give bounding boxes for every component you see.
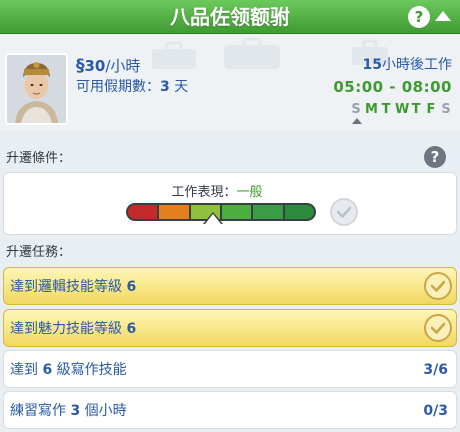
task-target-value: 6 bbox=[126, 321, 137, 337]
task-description: 達到邏輯技能等級 6 bbox=[10, 268, 136, 306]
wage-amount: 30 bbox=[84, 57, 106, 75]
sim-avatar-icon bbox=[7, 55, 66, 123]
today-marker bbox=[352, 118, 362, 124]
task-complete-badge bbox=[424, 314, 452, 342]
question-mark-icon: ? bbox=[430, 148, 440, 166]
leave-label: 可用假期數： bbox=[76, 79, 160, 95]
sim-portrait bbox=[5, 53, 68, 125]
task-text-prefix: 練習寫作 bbox=[10, 403, 71, 419]
paid-leave-info: 可用假期數：3 天 bbox=[76, 77, 188, 97]
performance-segment-4 bbox=[253, 205, 283, 219]
task-text-suffix: 個小時 bbox=[80, 403, 127, 419]
help-button[interactable]: ? bbox=[408, 6, 430, 28]
task-target-value: 6 bbox=[126, 279, 137, 295]
work-days: SMTWTFS bbox=[350, 101, 452, 119]
task-target-value: 3 bbox=[70, 403, 81, 419]
day-1: M bbox=[365, 102, 378, 117]
performance-label-row: 工作表現：一般 bbox=[0, 184, 434, 202]
task-complete-badge bbox=[424, 272, 452, 300]
simoleon-icon: § bbox=[76, 56, 85, 76]
leave-days: 3 bbox=[160, 79, 170, 95]
task-progress: 0/3 bbox=[423, 403, 448, 419]
performance-value: 一般 bbox=[236, 185, 263, 200]
task-row[interactable]: 達到 6 級寫作技能 3/6 bbox=[3, 350, 457, 388]
hours-until-suffix: 小時後工作 bbox=[382, 57, 452, 73]
checkmark-icon bbox=[430, 322, 446, 334]
promotion-section-label: 升遷條件： bbox=[6, 151, 72, 166]
day-6: S bbox=[441, 102, 451, 117]
task-description: 達到 6 級寫作技能 bbox=[10, 351, 127, 389]
task-progress: 3/6 bbox=[423, 362, 448, 378]
collapse-button[interactable] bbox=[434, 8, 452, 24]
performance-segment-5 bbox=[284, 205, 314, 219]
performance-marker bbox=[205, 214, 222, 224]
performance-segment-0 bbox=[128, 205, 158, 219]
career-panel-titlebar: 八品佐领额驸 ? bbox=[0, 0, 460, 34]
task-description: 練習寫作 3 個小時 bbox=[10, 392, 127, 430]
question-mark-icon: ? bbox=[414, 8, 424, 26]
work-countdown: 15小時後工作 bbox=[363, 56, 452, 74]
briefcase-decor-icon bbox=[152, 41, 196, 69]
task-description: 達到魅力技能等級 6 bbox=[10, 310, 136, 348]
task-row[interactable]: 達到邏輯技能等級 6 bbox=[3, 267, 457, 305]
checkmark-icon bbox=[336, 206, 352, 218]
career-title: 八品佐领额驸 bbox=[170, 5, 290, 29]
task-text-suffix: 級寫作技能 bbox=[52, 362, 127, 378]
performance-segment-3 bbox=[221, 205, 252, 219]
task-text-prefix: 達到邏輯技能等級 bbox=[10, 279, 127, 295]
task-text-prefix: 達到 bbox=[10, 362, 43, 378]
day-4: T bbox=[411, 102, 421, 117]
work-hours: 05:00 - 08:00 bbox=[333, 78, 452, 96]
checkmark-icon bbox=[430, 280, 446, 292]
performance-label: 工作表現： bbox=[171, 185, 237, 200]
day-5: F bbox=[426, 102, 436, 117]
task-row[interactable]: 達到魅力技能等級 6 bbox=[3, 309, 457, 347]
leave-unit: 天 bbox=[169, 79, 189, 95]
hours-until-work: 15 bbox=[362, 57, 382, 73]
wage-unit: /小時 bbox=[105, 57, 141, 75]
briefcase-decor-icon bbox=[224, 37, 280, 69]
task-target-value: 6 bbox=[42, 362, 53, 378]
performance-check-badge bbox=[330, 198, 358, 226]
day-2: T bbox=[381, 102, 391, 117]
day-0: S bbox=[351, 102, 361, 117]
task-text-prefix: 達到魅力技能等級 bbox=[10, 321, 127, 337]
caret-up-icon bbox=[435, 11, 451, 21]
promotion-help-button[interactable]: ? bbox=[424, 146, 446, 168]
task-row[interactable]: 練習寫作 3 個小時 0/3 bbox=[3, 391, 457, 429]
performance-segment-1 bbox=[159, 205, 189, 219]
wage-info: §30/小時 bbox=[76, 55, 140, 77]
day-3: W bbox=[395, 102, 410, 117]
tasks-section-label: 升遷任務： bbox=[6, 245, 72, 260]
